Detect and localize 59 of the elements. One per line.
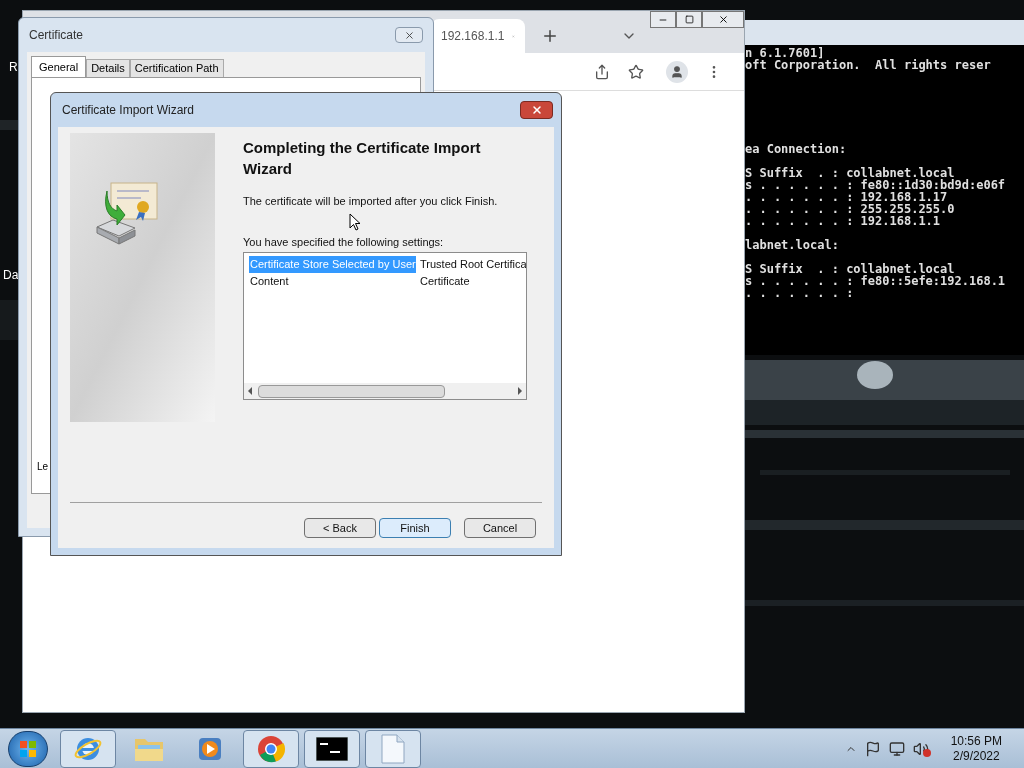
scrollbar-thumb[interactable] (258, 384, 445, 398)
browser-tab[interactable]: 192.168.1.1 (431, 19, 525, 53)
console-line: . . . . . . . : 192.168.1.17 (745, 191, 949, 203)
setting-value: Certificate (420, 274, 470, 290)
console-line: s . . . . . . : fe80::1d30:bd9d:e06f (745, 179, 1007, 191)
round-browser-icon (256, 733, 286, 764)
certificate-drive-icon (94, 181, 161, 245)
desktop-icon-label[interactable]: R (9, 58, 18, 76)
wizard-heading: Completing the Certificate Import Wizard (243, 138, 482, 179)
window-title: Certificate (29, 27, 84, 44)
four-squares-icon (19, 739, 37, 758)
console-line: labnet.local: (745, 239, 840, 251)
clock-time[interactable]: 10:56 PM (950, 733, 1002, 749)
muted-speaker-icon[interactable] (912, 740, 931, 757)
star-icon[interactable] (628, 63, 644, 80)
console-line: . . . . . . . : 192.168.1.1 (745, 215, 942, 227)
share-icon[interactable] (594, 63, 610, 80)
dialog-tab[interactable]: General (31, 56, 87, 77)
mouse-pointer-icon (349, 213, 361, 231)
wizard-message: The certificate will be imported after you click Finish. (243, 194, 499, 209)
taskbar-app[interactable] (304, 729, 360, 768)
console-line: ea Connection: (745, 143, 848, 155)
console-line: n 6.1.7601] (745, 47, 825, 59)
console-line: S Suffix . : collabnet.local (745, 167, 955, 179)
wizard-button[interactable]: Finish (379, 518, 451, 538)
setting-field: Certificate Store Selected by User (249, 256, 416, 273)
close-button[interactable] (702, 11, 744, 28)
console-line: S Suffix . : collabnet.local (745, 263, 955, 275)
document-icon (381, 733, 405, 764)
flag-icon[interactable] (864, 740, 881, 757)
settings-row[interactable]: Content Certificate (249, 273, 526, 290)
network-icon[interactable] (888, 740, 905, 757)
new-tab-icon[interactable] (541, 27, 559, 45)
setting-field: Content (249, 273, 416, 290)
horizontal-scrollbar[interactable] (244, 383, 526, 399)
settings-label: You have specified the following settings: (243, 234, 445, 250)
setting-value: Trusted Root Certifica (420, 257, 526, 273)
console-line: . . . . . . . : 255.255.255.0 (745, 203, 956, 215)
settings-row[interactable]: Certificate Store Selected by User Trusted Root Certifica (249, 256, 526, 273)
wizard-button[interactable]: Cancel (464, 518, 536, 538)
profile-icon[interactable] (666, 60, 688, 83)
partial-label: Le (37, 461, 49, 473)
console-line: . . . . . . . : (745, 287, 855, 299)
maximize-icon (684, 15, 694, 24)
maximize-button[interactable] (676, 11, 702, 28)
clock-date[interactable]: 2/9/2022 (952, 748, 1000, 764)
tab-title: 192.168.1.1 (441, 28, 505, 45)
close-button[interactable] (520, 101, 553, 119)
terminal-icon (316, 736, 348, 761)
desktop-icon-label[interactable]: Da (3, 266, 19, 284)
console-line: s . . . . . . : fe80::5efe:192.168.1 (745, 275, 1007, 287)
start-button[interactable] (8, 730, 48, 767)
minimize-button[interactable] (650, 11, 676, 28)
window-title: Certificate Import Wizard (62, 102, 195, 119)
dialog-tab[interactable]: Certification Path (129, 59, 224, 77)
dialog-tab[interactable]: Details (86, 59, 130, 77)
wizard-button[interactable]: < Back (304, 518, 376, 538)
console-line: oft Corporation. All rights reser (745, 59, 992, 71)
play-icon (197, 735, 223, 762)
